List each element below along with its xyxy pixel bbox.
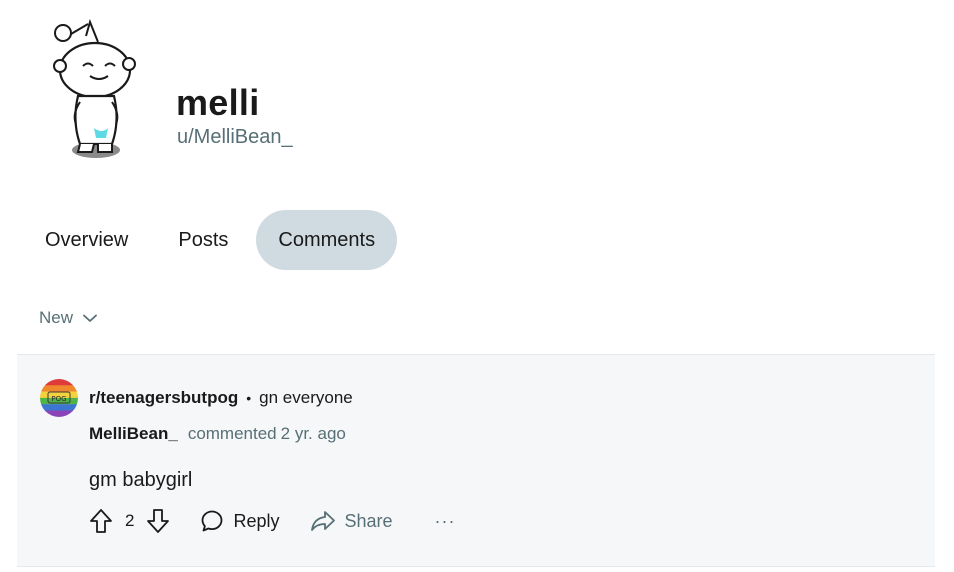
subreddit-link[interactable]: r/teenagersbutpog <box>89 388 238 408</box>
more-options-icon: ··· <box>434 510 456 531</box>
comment-action-text: commented <box>187 424 277 443</box>
profile-username: u/MelliBean_ <box>177 126 293 148</box>
profile-avatar <box>50 16 140 160</box>
separator-dot: • <box>246 390 252 406</box>
profile-display-name: melli <box>176 82 260 123</box>
share-label: Share <box>344 510 393 531</box>
sort-label: New <box>39 308 74 327</box>
downvote-icon[interactable] <box>146 508 170 534</box>
comment-actions: 2 Reply Share ··· <box>89 505 456 537</box>
comment-context: r/teenagersbutpog • gn everyone <box>89 388 353 408</box>
share-arrow-icon <box>310 511 335 531</box>
tab-posts[interactable]: Posts <box>156 210 250 270</box>
reply-button[interactable]: Reply <box>200 509 280 533</box>
upvote-icon[interactable] <box>89 508 113 534</box>
chevron-down-icon <box>83 314 97 322</box>
sort-dropdown[interactable]: New <box>39 308 97 328</box>
profile-tabs: Overview Posts Comments <box>16 210 403 270</box>
subreddit-icon[interactable]: POG <box>40 379 78 417</box>
snoo-avatar-icon <box>53 18 136 158</box>
more-options-button[interactable]: ··· <box>435 511 456 532</box>
comment-card[interactable]: POG r/teenagersbutpog • gn everyone Mell… <box>17 354 935 567</box>
tab-comments[interactable]: Comments <box>256 210 398 270</box>
vote-group: 2 <box>89 508 170 534</box>
comment-bubble-icon <box>202 510 223 532</box>
svg-text:POG: POG <box>51 395 66 403</box>
comment-author[interactable]: MelliBean_ <box>89 424 178 444</box>
vote-score: 2 <box>125 511 135 530</box>
reply-label: Reply <box>233 510 280 531</box>
share-button[interactable]: Share <box>310 510 393 532</box>
comment-meta: MelliBean_ commented 2 yr. ago <box>89 424 346 444</box>
post-title-link[interactable]: gn everyone <box>259 388 353 408</box>
tab-overview[interactable]: Overview <box>16 210 150 270</box>
comment-timestamp: 2 yr. ago <box>280 424 346 443</box>
comment-body: gm babygirl <box>89 469 193 491</box>
